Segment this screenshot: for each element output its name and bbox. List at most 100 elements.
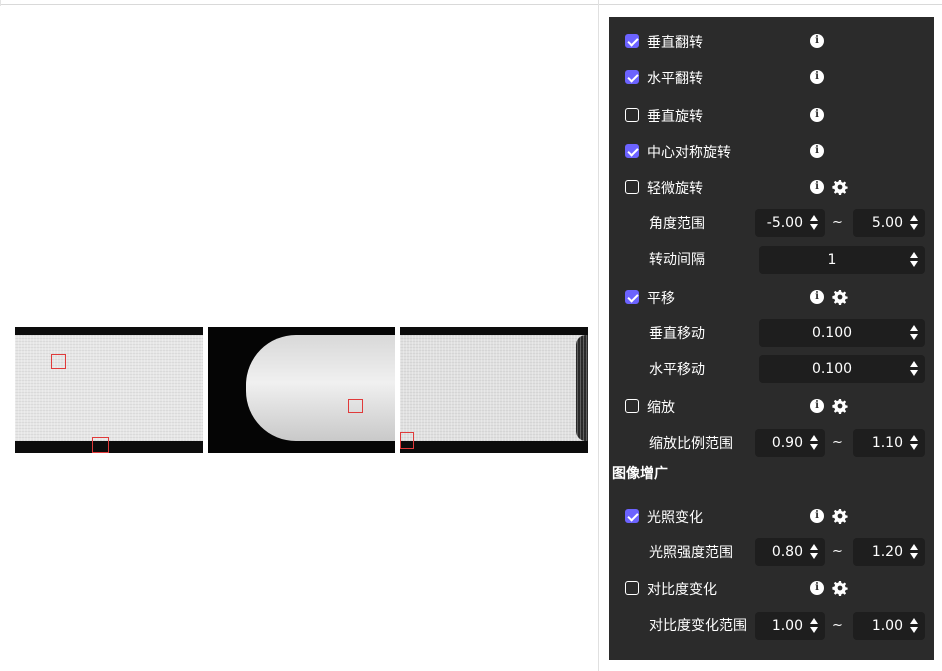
angle-range-label: 角度范围: [649, 216, 705, 232]
info-icon[interactable]: i: [810, 290, 824, 304]
rotation-step-row: 转动间隔 1: [609, 243, 934, 274]
rotation-step-value: 1: [827, 252, 837, 268]
angle-min-value: -5.00: [766, 215, 803, 231]
info-icon[interactable]: i: [810, 399, 824, 413]
vertical-flip-checkbox[interactable]: [625, 34, 639, 48]
contrast-max-spinbox[interactable]: 1.00: [853, 612, 925, 640]
lighting-range-row: 光照强度范围 0.80 ~ 1.20: [609, 536, 934, 566]
contrast-range-row: 对比度变化范围 1.00 ~ 1.00: [609, 609, 934, 640]
range-separator: ~: [832, 618, 843, 633]
preview-image-2[interactable]: [208, 327, 395, 453]
preview-image-3[interactable]: [400, 327, 588, 453]
panel-divider: [598, 0, 599, 671]
info-icon[interactable]: i: [810, 581, 824, 595]
top-frame: [0, 0, 942, 5]
spin-arrows-icon[interactable]: [910, 543, 919, 561]
scale-max-spinbox[interactable]: 1.10: [853, 429, 925, 457]
lighting-min-value: 0.80: [771, 544, 803, 560]
translate-label: 平移: [647, 291, 675, 307]
contrast-min-value: 1.00: [771, 618, 803, 634]
info-icon[interactable]: i: [810, 180, 824, 194]
scale-range-row: 缩放比例范围 0.90 ~ 1.10: [609, 427, 934, 457]
horizontal-shift-row: 水平移动 0.100: [609, 353, 934, 383]
contrast-min-spinbox[interactable]: 1.00: [755, 612, 825, 640]
range-separator: ~: [832, 215, 843, 230]
option-vertical-rotate[interactable]: 垂直旋转 i: [609, 100, 934, 130]
scale-max-value: 1.10: [871, 435, 903, 451]
augment-section-title: 图像增广: [612, 466, 668, 482]
angle-min-spinbox[interactable]: -5.00: [755, 209, 825, 237]
scale-min-value: 0.90: [771, 435, 803, 451]
rotation-step-spinbox[interactable]: 1: [759, 246, 925, 274]
slight-rotate-checkbox[interactable]: [625, 180, 639, 194]
option-center-rotate[interactable]: 中心对称旋转 i: [609, 136, 934, 166]
defect-marker: [51, 354, 66, 369]
spin-arrows-icon[interactable]: [910, 434, 919, 452]
option-slight-rotate[interactable]: 轻微旋转 i: [609, 172, 934, 202]
slight-rotate-label: 轻微旋转: [647, 181, 703, 197]
horizontal-shift-value: 0.100: [811, 361, 853, 377]
defect-marker: [92, 437, 109, 453]
info-icon[interactable]: i: [810, 34, 824, 48]
gear-icon[interactable]: [832, 398, 848, 414]
spin-arrows-icon[interactable]: [910, 214, 919, 232]
gear-icon[interactable]: [832, 179, 848, 195]
lighting-checkbox[interactable]: [625, 509, 639, 523]
lighting-min-spinbox[interactable]: 0.80: [755, 538, 825, 566]
option-contrast[interactable]: 对比度变化 i: [609, 573, 934, 603]
lighting-range-label: 光照强度范围: [649, 545, 733, 561]
augmentation-settings-panel: 垂直翻转 i 水平翻转 i 垂直旋转 i 中心对称旋转 i 轻微旋转 i 角度范…: [609, 17, 934, 660]
spin-arrows-icon[interactable]: [910, 617, 919, 635]
preview-image-1[interactable]: [15, 327, 203, 453]
vertical-flip-label: 垂直翻转: [647, 35, 703, 51]
spin-arrows-icon[interactable]: [810, 617, 819, 635]
scale-range-label: 缩放比例范围: [649, 436, 733, 452]
range-separator: ~: [832, 435, 843, 450]
spin-arrows-icon[interactable]: [910, 251, 919, 269]
info-icon[interactable]: i: [810, 70, 824, 84]
horizontal-shift-spinbox[interactable]: 0.100: [759, 355, 925, 383]
option-translate[interactable]: 平移 i: [609, 282, 934, 312]
vertical-shift-label: 垂直移动: [649, 326, 705, 342]
horizontal-flip-checkbox[interactable]: [625, 70, 639, 84]
center-rotate-checkbox[interactable]: [625, 144, 639, 158]
option-vertical-flip[interactable]: 垂直翻转 i: [609, 26, 934, 56]
contrast-label: 对比度变化: [647, 582, 717, 598]
contrast-max-value: 1.00: [871, 618, 903, 634]
scale-min-spinbox[interactable]: 0.90: [755, 429, 825, 457]
vertical-rotate-checkbox[interactable]: [625, 108, 639, 122]
range-separator: ~: [832, 544, 843, 559]
defect-marker: [348, 399, 363, 413]
contrast-checkbox[interactable]: [625, 581, 639, 595]
gear-icon[interactable]: [832, 289, 848, 305]
gear-icon[interactable]: [832, 508, 848, 524]
info-icon[interactable]: i: [810, 108, 824, 122]
vertical-shift-spinbox[interactable]: 0.100: [759, 319, 925, 347]
gear-icon[interactable]: [832, 580, 848, 596]
lighting-max-value: 1.20: [871, 544, 903, 560]
info-icon[interactable]: i: [810, 509, 824, 523]
tube-end: [576, 335, 588, 441]
option-lighting[interactable]: 光照变化 i: [609, 501, 934, 531]
scale-checkbox[interactable]: [625, 399, 639, 413]
spin-arrows-icon[interactable]: [810, 434, 819, 452]
tube-object: [246, 335, 395, 441]
image-preview-area: [0, 6, 598, 671]
spin-arrows-icon[interactable]: [910, 324, 919, 342]
info-icon[interactable]: i: [810, 144, 824, 158]
spin-arrows-icon[interactable]: [910, 360, 919, 378]
angle-max-spinbox[interactable]: 5.00: [853, 209, 925, 237]
center-rotate-label: 中心对称旋转: [647, 145, 731, 161]
angle-max-value: 5.00: [871, 215, 903, 231]
translate-checkbox[interactable]: [625, 290, 639, 304]
option-scale[interactable]: 缩放 i: [609, 391, 934, 421]
vertical-rotate-label: 垂直旋转: [647, 109, 703, 125]
vertical-shift-row: 垂直移动 0.100: [609, 317, 934, 347]
option-horizontal-flip[interactable]: 水平翻转 i: [609, 62, 934, 92]
horizontal-flip-label: 水平翻转: [647, 71, 703, 87]
spin-arrows-icon[interactable]: [810, 543, 819, 561]
lighting-max-spinbox[interactable]: 1.20: [853, 538, 925, 566]
spin-arrows-icon[interactable]: [810, 214, 819, 232]
defect-marker: [400, 432, 414, 449]
vertical-shift-value: 0.100: [811, 325, 853, 341]
